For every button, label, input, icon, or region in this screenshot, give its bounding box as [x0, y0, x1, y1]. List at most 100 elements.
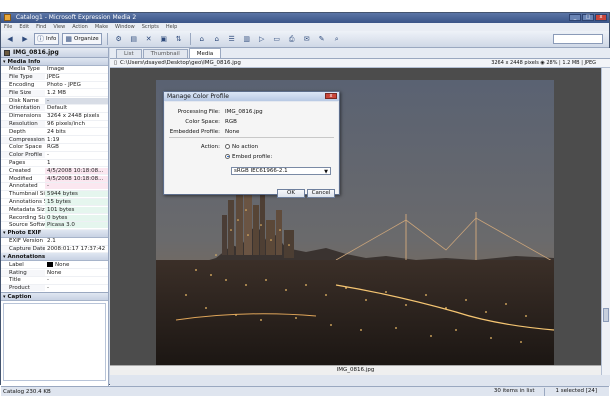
- menu-action[interactable]: Action: [72, 24, 88, 30]
- dialog-divider: [169, 137, 334, 138]
- search-input[interactable]: [553, 34, 603, 44]
- processing-row: Processing File: IMG_0816.jpg: [165, 108, 338, 115]
- property-value[interactable]: JPEG: [45, 74, 108, 80]
- property-value[interactable]: -: [45, 97, 108, 104]
- property-value[interactable]: 1.2 MB: [45, 90, 108, 96]
- document-icon[interactable]: ▤: [128, 33, 140, 45]
- home-icon[interactable]: ⌂: [196, 33, 208, 45]
- property-value[interactable]: 1:19: [45, 137, 108, 143]
- main-window: Catalog1 - Microsoft Expression Media 2 …: [0, 12, 610, 396]
- property-value[interactable]: Photo - JPEG: [45, 82, 108, 88]
- play-icon[interactable]: ▷: [256, 33, 268, 45]
- info-panel-header: IMG_0816.jpg: [1, 48, 108, 58]
- property-key: Pages: [9, 159, 26, 166]
- ok-button[interactable]: OK: [277, 189, 305, 198]
- info-button[interactable]: ⓘ Info: [34, 33, 60, 45]
- tab-list[interactable]: List: [116, 49, 142, 58]
- color-space-label: Color Space:: [185, 118, 220, 125]
- property-row: Thumbnail Size5944 bytes: [1, 191, 108, 199]
- property-key: Annotated: [9, 183, 38, 190]
- menu-find[interactable]: Find: [36, 24, 46, 30]
- email-icon[interactable]: ✉: [301, 33, 313, 45]
- maximize-button[interactable]: □: [582, 14, 594, 21]
- property-value[interactable]: Image: [45, 66, 108, 72]
- items-in-list: 30 items in list: [493, 387, 535, 394]
- organize-button[interactable]: ▦ Organize: [62, 33, 102, 45]
- menu-make[interactable]: Make: [95, 24, 108, 30]
- embedded-profile-row: Embedded Profile: None: [165, 128, 338, 135]
- edit-icon[interactable]: ✎: [316, 33, 328, 45]
- property-value[interactable]: None: [45, 270, 108, 276]
- move-icon[interactable]: ⌂: [211, 33, 223, 45]
- property-key: File Type: [1, 74, 45, 81]
- property-value[interactable]: RGB: [45, 144, 108, 150]
- scrollbar-thumb[interactable]: [603, 308, 609, 322]
- slideshow-icon[interactable]: ▣: [158, 33, 170, 45]
- property-row: Color Space RGB: [1, 144, 108, 152]
- property-row: Compression 1:19: [1, 136, 108, 144]
- gear-icon[interactable]: ⚙: [113, 33, 125, 45]
- forward-icon[interactable]: ▶: [19, 33, 31, 45]
- property-key: Dimensions: [9, 113, 42, 120]
- property-value[interactable]: 101 bytes: [45, 206, 108, 213]
- property-value[interactable]: 4/5/2008 10:18:08...: [45, 167, 108, 174]
- property-value[interactable]: 15 bytes: [45, 198, 108, 205]
- info-label: Info: [46, 36, 57, 42]
- section-caption[interactable]: ▾ Caption: [1, 293, 108, 301]
- property-key: Disk Name: [9, 97, 39, 104]
- property-value[interactable]: -: [45, 183, 108, 190]
- property-value[interactable]: -: [45, 285, 108, 291]
- menu-scripts[interactable]: Scripts: [142, 24, 159, 30]
- sort-icon[interactable]: ⇅: [173, 33, 185, 45]
- vertical-scrollbar[interactable]: [601, 68, 610, 375]
- close-button[interactable]: x: [595, 14, 607, 21]
- print-icon[interactable]: ⎙: [286, 33, 298, 45]
- action-label: Action:: [200, 143, 220, 150]
- no-action-radio[interactable]: [225, 143, 230, 149]
- property-value[interactable]: Picasa 3.0: [45, 222, 108, 229]
- property-value[interactable]: Default: [45, 105, 108, 111]
- menu-view[interactable]: View: [53, 24, 65, 30]
- menu-file[interactable]: File: [4, 24, 12, 30]
- property-value[interactable]: None: [45, 261, 108, 268]
- cancel-button[interactable]: Cancel: [307, 189, 335, 198]
- delete-icon[interactable]: ✕: [143, 33, 155, 45]
- property-value[interactable]: -: [45, 277, 108, 283]
- tab-thumbnail[interactable]: Thumbnail: [142, 49, 188, 58]
- dialog-close-button[interactable]: x: [325, 93, 337, 99]
- caption-textarea[interactable]: [3, 303, 106, 381]
- zoom-icon[interactable]: ⌕: [331, 33, 343, 45]
- minimize-button[interactable]: _: [569, 14, 581, 21]
- back-icon[interactable]: ◀: [4, 33, 16, 45]
- property-value[interactable]: 1: [45, 160, 108, 166]
- property-row: Recording Size0 bytes: [1, 214, 108, 222]
- property-value[interactable]: 4/5/2008 10:18:08...: [45, 175, 108, 182]
- property-value[interactable]: -: [45, 152, 108, 158]
- property-value[interactable]: 3264 x 2448 pixels: [45, 113, 108, 119]
- property-row: Orientation Default: [1, 105, 108, 113]
- list-icon[interactable]: ☰: [226, 33, 238, 45]
- property-value[interactable]: 5944 bytes: [45, 191, 108, 198]
- section-media-info[interactable]: ▾ Media Info: [1, 58, 108, 66]
- embed-profile-radio[interactable]: [225, 153, 230, 159]
- section-annotations[interactable]: ▾ Annotations: [1, 253, 108, 262]
- property-value[interactable]: 96 pixels/inch: [45, 121, 108, 127]
- embedded-profile-value: None: [225, 128, 240, 135]
- menu-help[interactable]: Help: [166, 24, 177, 30]
- profile-select[interactable]: sRGB IEC61966-2.1 ▼: [231, 167, 331, 175]
- property-key: Modified: [9, 175, 33, 182]
- dialog-title-bar: Manage Color Profile x: [164, 92, 339, 101]
- property-value[interactable]: 24 bits: [45, 129, 108, 135]
- tab-media[interactable]: Media: [188, 48, 222, 58]
- chart-icon[interactable]: ▥: [241, 33, 253, 45]
- window-icon[interactable]: ▭: [271, 33, 283, 45]
- section-photo-exif[interactable]: ▾ Photo EXIF: [1, 229, 108, 238]
- no-action-option[interactable]: No action: [223, 143, 258, 150]
- menu-window[interactable]: Window: [115, 24, 135, 30]
- property-key: EXIF Version: [9, 238, 44, 245]
- property-value[interactable]: 0 bytes: [45, 214, 108, 221]
- menu-edit[interactable]: Edit: [19, 24, 29, 30]
- property-value[interactable]: 2.1: [45, 238, 108, 244]
- property-value[interactable]: 2008:01:17 17:37:42: [45, 246, 108, 252]
- embed-profile-option[interactable]: Embed profile:: [223, 153, 272, 160]
